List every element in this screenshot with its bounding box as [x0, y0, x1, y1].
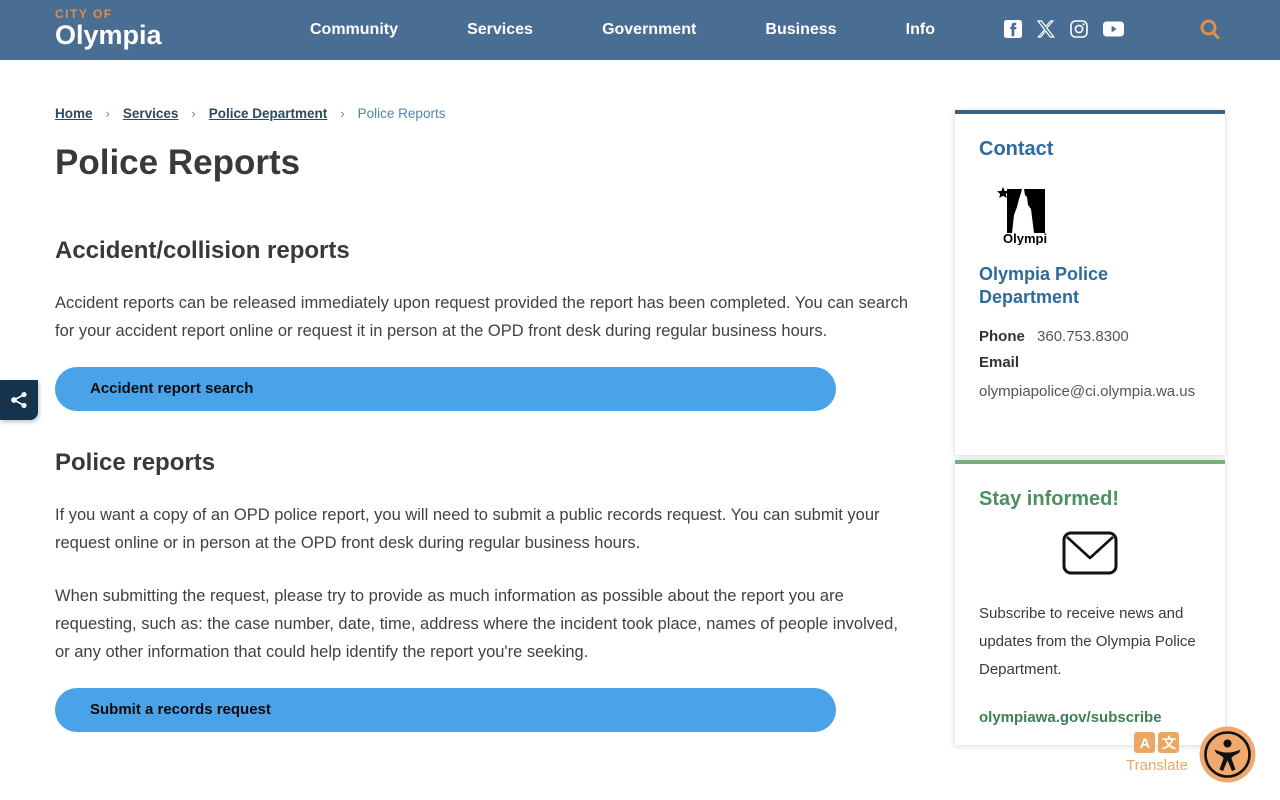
main-nav: Community Services Government Business I…	[310, 0, 935, 60]
stay-informed-heading: Stay informed!	[979, 488, 1201, 511]
phone-value: 360.753.8300	[1037, 328, 1129, 345]
accessibility-button[interactable]	[1199, 726, 1256, 783]
paragraph-accident: Accident reports can be released immedia…	[55, 289, 915, 346]
page-title: Police Reports	[55, 143, 915, 183]
stay-informed-text: Subscribe to receive news and updates fr…	[979, 600, 1201, 683]
breadcrumb-services[interactable]: Services	[123, 106, 179, 121]
breadcrumb-current: Police Reports	[358, 106, 446, 121]
contact-org-link[interactable]: Olympia Police Department	[979, 263, 1201, 308]
olympia-police-logo-icon[interactable]: Olympia	[995, 183, 1047, 245]
svg-text:Olympia: Olympia	[1003, 231, 1047, 245]
nav-item-info[interactable]: Info	[906, 21, 935, 39]
stay-informed-card: Stay informed! Subscribe to receive news…	[955, 460, 1225, 745]
section-heading-police-reports: Police reports	[55, 449, 915, 477]
email-label: Email	[979, 354, 1201, 371]
accessibility-icon	[1199, 726, 1256, 783]
main-content: Home › Services › Police Department › Po…	[55, 106, 915, 732]
site-logo[interactable]: CITY OF Olympia	[55, 7, 162, 49]
youtube-icon[interactable]	[1103, 21, 1124, 37]
breadcrumb-separator: ›	[340, 106, 344, 121]
envelope-icon[interactable]	[1062, 531, 1118, 580]
share-button[interactable]	[0, 380, 38, 420]
contact-phone-row: Phone 360.753.8300	[979, 328, 1201, 345]
social-links	[1004, 20, 1124, 38]
nav-item-community[interactable]: Community	[310, 21, 398, 39]
logo-olympia: Olympia	[55, 22, 162, 49]
nav-item-government[interactable]: Government	[602, 21, 696, 39]
breadcrumb-separator: ›	[191, 106, 195, 121]
email-value[interactable]: olympiapolice@ci.olympia.wa.us	[979, 383, 1201, 400]
search-icon[interactable]	[1198, 17, 1222, 48]
translate-icon: A 文	[1126, 732, 1188, 753]
contact-heading: Contact	[979, 138, 1201, 161]
accident-report-search-button[interactable]: Accident report search	[55, 367, 836, 411]
section-heading-accident: Accident/collision reports	[55, 237, 915, 265]
instagram-icon[interactable]	[1070, 20, 1088, 38]
contact-card: Contact Olympia Olympia Police Departmen…	[955, 110, 1225, 455]
phone-label: Phone	[979, 328, 1025, 345]
breadcrumb: Home › Services › Police Department › Po…	[55, 106, 915, 121]
paragraph-police-reports-2: When submitting the request, please try …	[55, 582, 915, 667]
translate-char-cjk: 文	[1158, 732, 1179, 753]
translate-label: Translate	[1126, 757, 1188, 774]
translate-widget[interactable]: A 文 Translate	[1126, 732, 1188, 774]
translate-letter-a: A	[1134, 732, 1155, 753]
submit-records-request-button[interactable]: Submit a records request	[55, 688, 836, 732]
paragraph-police-reports-1: If you want a copy of an OPD police repo…	[55, 501, 915, 558]
nav-item-business[interactable]: Business	[765, 21, 836, 39]
page: CITY OF Olympia Community Services Gover…	[0, 0, 1280, 800]
breadcrumb-separator: ›	[106, 106, 110, 121]
x-twitter-icon[interactable]	[1037, 20, 1055, 38]
logo-city-of: CITY OF	[55, 7, 162, 21]
nav-item-services[interactable]: Services	[467, 21, 533, 39]
subscribe-link[interactable]: olympiawa.gov/subscribe	[979, 709, 1162, 726]
site-header: CITY OF Olympia Community Services Gover…	[0, 0, 1280, 60]
breadcrumb-home[interactable]: Home	[55, 106, 93, 121]
facebook-icon[interactable]	[1004, 20, 1022, 38]
share-icon	[9, 390, 29, 410]
breadcrumb-police-department[interactable]: Police Department	[209, 106, 328, 121]
